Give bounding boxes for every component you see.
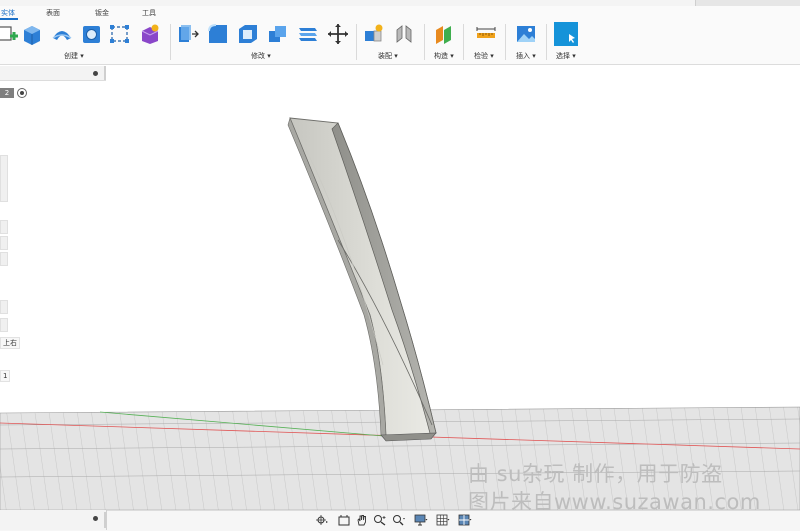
browser-item-fragment[interactable]: 上右 <box>0 337 20 349</box>
browser-row[interactable] <box>0 155 8 202</box>
browser-row[interactable] <box>0 236 8 250</box>
group-label-create[interactable]: 创建 ▾ <box>64 51 84 61</box>
browser-row[interactable] <box>0 220 8 234</box>
measure-icon[interactable] <box>474 22 498 46</box>
press-pull-icon[interactable] <box>176 22 200 46</box>
group-label-construct[interactable]: 构造 ▾ <box>434 51 454 61</box>
comments-panel-resize-handle[interactable] <box>104 512 106 528</box>
toolbar-separator <box>505 24 506 60</box>
select-icon[interactable] <box>554 22 578 46</box>
grid-settings-icon[interactable] <box>436 514 450 526</box>
close-icon[interactable] <box>93 71 98 76</box>
activate-radio[interactable] <box>17 88 27 98</box>
browser-panel-resize-handle[interactable] <box>104 66 106 80</box>
close-icon[interactable] <box>93 516 98 521</box>
tab-solid[interactable]: 实体 <box>1 8 15 18</box>
ribbon-toolbar: 创建 ▾ 修改 ▾ 装配 ▾ 构造 ▾ 检验 ▾ 插入 ▾ 选择 ▾ <box>0 20 800 65</box>
group-label-select[interactable]: 选择 ▾ <box>556 51 576 61</box>
look-at-icon[interactable] <box>337 514 351 526</box>
insert-image-icon[interactable] <box>514 22 538 46</box>
toolbar-separator <box>546 24 547 60</box>
group-label-modify[interactable]: 修改 ▾ <box>251 51 271 61</box>
toolbar-separator <box>170 24 171 60</box>
offset-plane-icon[interactable] <box>432 22 456 46</box>
joint-icon[interactable] <box>392 22 416 46</box>
comments-panel <box>0 510 107 530</box>
toolbar-separator <box>463 24 464 60</box>
display-settings-icon[interactable] <box>414 514 428 526</box>
ribbon-tabs: 实体 表面 钣金 工具 <box>0 6 800 20</box>
viewports-icon[interactable] <box>458 514 472 526</box>
new-sketch-icon[interactable] <box>0 22 20 46</box>
orbit-icon[interactable] <box>315 514 329 526</box>
shell-icon[interactable] <box>236 22 260 46</box>
hole-icon[interactable] <box>80 22 104 46</box>
browser-panel-header <box>0 66 106 81</box>
toolbar-separator <box>356 24 357 60</box>
tab-surface[interactable]: 表面 <box>46 8 60 18</box>
tab-tools[interactable]: 工具 <box>142 8 156 18</box>
group-label-insert[interactable]: 插入 ▾ <box>516 51 536 61</box>
pan-hand-icon[interactable] <box>355 514 369 526</box>
canvas-viewport[interactable] <box>0 65 800 510</box>
browser-row[interactable] <box>0 252 8 266</box>
revolve-icon[interactable] <box>50 22 74 46</box>
group-label-inspect[interactable]: 检验 ▾ <box>474 51 494 61</box>
zoom-icon[interactable] <box>373 514 387 526</box>
browser-row[interactable] <box>0 318 8 332</box>
component-chip[interactable]: 2 <box>0 88 14 98</box>
toolbar-separator <box>424 24 425 60</box>
extrude-icon[interactable] <box>20 22 44 46</box>
browser-item-fragment[interactable]: 1 <box>0 370 11 382</box>
fillet-icon[interactable] <box>206 22 230 46</box>
tab-sheet-metal[interactable]: 钣金 <box>95 8 109 18</box>
split-body-icon[interactable] <box>296 22 320 46</box>
combine-icon[interactable] <box>266 22 290 46</box>
rectangular-pattern-icon[interactable] <box>108 22 132 46</box>
zoom-window-icon[interactable] <box>392 514 406 526</box>
watermark-line-1: 由 su杂玩 制作，用于防盗 <box>468 462 723 486</box>
curved-blade-model[interactable] <box>287 117 437 442</box>
create-form-icon[interactable] <box>138 22 162 46</box>
browser-row[interactable] <box>0 300 8 314</box>
move-icon[interactable] <box>326 22 350 46</box>
group-label-assemble[interactable]: 装配 ▾ <box>378 51 398 61</box>
new-component-icon[interactable] <box>362 22 386 46</box>
